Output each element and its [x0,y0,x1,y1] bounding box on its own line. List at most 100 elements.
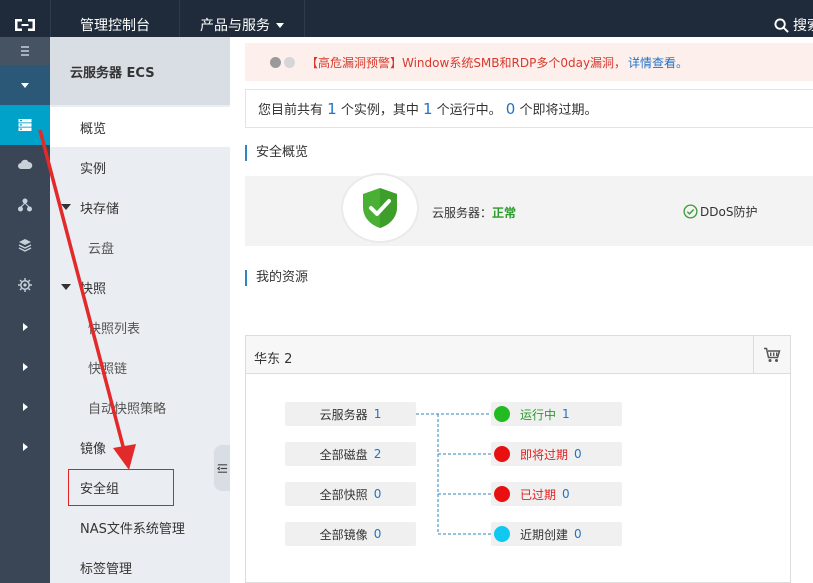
status-label: 即将过期 [520,447,569,462]
network-icon [18,198,32,212]
sidebar-item-label: 实例 [80,161,107,177]
sidebar-item-label: 快照列表 [88,321,141,337]
resource-count: 2 [373,447,382,461]
top-products-label: 产品与服务 [200,18,270,34]
check-circle-icon [683,204,698,219]
resource-count: 0 [373,487,382,501]
database-icon [18,239,32,252]
sidebar-item-auto-snapshot-policy[interactable]: 自动快照策略 [50,387,230,427]
status-dot-red [494,486,510,502]
server-status-value: 正常 [492,206,517,220]
resource-snapshots[interactable]: 全部快照 0 [285,482,416,506]
summary-suffix: 个即将过期。 [515,103,598,118]
collapse-icon [216,463,227,473]
status-recently-created[interactable]: 近期创建 0 [491,522,622,546]
menu-icon [21,46,29,56]
status-label: 运行中 [520,407,557,422]
sidebar-item-label: 概览 [80,121,107,137]
rail-group-toggle-1[interactable] [0,307,50,347]
resource-images[interactable]: 全部镜像 0 [285,522,416,546]
status-count: 0 [562,487,570,501]
rail-item-settings[interactable] [0,265,50,305]
security-overview-title: 安全概览 [245,145,308,161]
sidebar-item-label: 快照 [80,281,107,297]
shield-badge [341,173,419,243]
ddos-protection[interactable]: DDoS防护 [683,203,757,220]
running-instances-count[interactable]: 1 [423,100,433,118]
shield-check-icon [363,188,397,228]
sidebar-group-snapshots[interactable]: 快照 [50,267,230,307]
sidebar-item-label: 云盘 [88,241,115,257]
resource-label: 全部快照 [319,487,368,502]
sidebar-item-disks[interactable]: 云盘 [50,227,230,267]
status-label: 已过期 [520,487,557,502]
chevron-right-icon [22,403,28,411]
rail-item-cloud[interactable] [0,145,50,185]
sidebar-collapse-handle[interactable] [214,445,230,491]
instance-summary: 您目前共有 1 个实例，其中 1 个运行中。 0 个即将过期。 [245,89,813,128]
search-icon [774,17,789,33]
rail-group-toggle-3[interactable] [0,387,50,427]
resource-label: 云服务器 [319,407,368,422]
summary-text: 个运行中。 [432,103,506,118]
sidebar-group-block-storage[interactable]: 块存储 [50,187,230,227]
total-instances-count[interactable]: 1 [327,100,337,118]
rail-item-network[interactable] [0,185,50,225]
status-count: 1 [562,407,570,421]
rail-spacer [0,465,50,583]
rail-group-toggle-2[interactable] [0,347,50,387]
rail-group-toggle-4[interactable] [0,427,50,467]
sidebar-item-images[interactable]: 镜像 [50,427,230,467]
my-resources-title: 我的资源 [245,270,308,286]
gear-icon [18,278,32,292]
carousel-dot[interactable] [284,56,295,68]
status-label: 近期创建 [520,527,569,542]
sidebar-item-label: 标签管理 [80,561,133,577]
security-overview-panel: 云服务器：正常 DDoS防护 [245,173,813,246]
carousel-dots[interactable] [270,56,298,68]
sidebar-item-label: 块存储 [80,201,120,217]
status-expiring[interactable]: 即将过期 0 [491,442,622,466]
cloud-icon [18,159,33,169]
sidebar-item-label: NAS文件系统管理 [80,521,185,537]
caret-down-icon [61,284,71,290]
rail-item-database[interactable] [0,225,50,265]
sidebar-item-label: 镜像 [80,441,107,457]
top-search-label: 搜索 [793,18,813,34]
alert-text: 【高危漏洞预警】Window系统SMB和RDP多个0day漏洞， [306,55,627,70]
menu-toggle[interactable] [0,37,50,65]
resource-count: 1 [373,407,382,421]
sidebar-item-nas[interactable]: NAS文件系统管理 [50,507,230,547]
sidebar-item-overview[interactable]: 概览 [50,107,230,147]
resource-count: 0 [373,527,382,541]
chevron-down-icon [276,22,284,28]
annotation-highlight-box [68,469,174,506]
sidebar-item-instances[interactable]: 实例 [50,147,230,187]
resource-ecs[interactable]: 云服务器 1 [285,402,416,426]
rail-item-ecs[interactable] [0,105,50,145]
alert-details-link[interactable]: 详情查看。 [628,54,688,71]
server-icon [18,119,32,131]
sidebar-item-label: 自动快照策略 [88,401,167,417]
expiring-instances-count[interactable]: 0 [506,100,516,118]
top-console-label: 管理控制台 [80,18,150,34]
chevron-down-icon [21,82,29,88]
sidebar-title: 云服务器 ECS [50,37,230,105]
chevron-right-icon [22,323,28,331]
sidebar-item-tags[interactable]: 标签管理 [50,547,230,583]
chevron-right-icon [22,443,28,451]
resource-panel: 华东 2 云服务器 1 全部磁盘 2 全部快照 0 全部镜像 0 运行中 1 即将过期 0 … [245,335,791,583]
rail-expand-toggle[interactable] [0,65,50,105]
sidebar-item-snapshot-list[interactable]: 快照列表 [50,307,230,347]
sidebar-item-snapshot-chain[interactable]: 快照链 [50,347,230,387]
resource-disks[interactable]: 全部磁盘 2 [285,442,416,466]
status-expired[interactable]: 已过期 0 [491,482,622,506]
status-dot-red [494,446,510,462]
chevron-right-icon [22,363,28,371]
status-count: 0 [574,527,582,541]
carousel-dot-active[interactable] [270,56,281,68]
summary-prefix: 您目前共有 [258,103,328,118]
status-running[interactable]: 运行中 1 [491,402,622,426]
status-dot-green [494,406,510,422]
resource-label: 全部镜像 [319,527,368,542]
